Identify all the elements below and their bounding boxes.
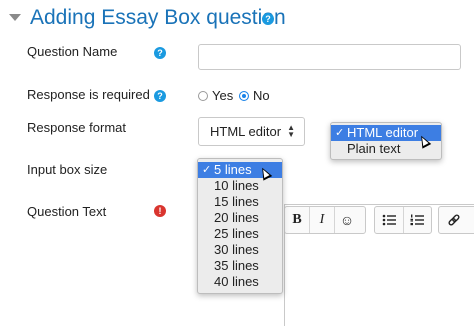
radio-yes-label: Yes (212, 88, 234, 103)
bullet-list-button[interactable] (375, 207, 404, 233)
section-title: Adding Essay Box question (30, 6, 286, 29)
response-format-label: Response format (27, 120, 126, 135)
size-option[interactable]: 20 lines (198, 210, 282, 226)
response-format-value: HTML editor (210, 124, 282, 139)
bold-button[interactable]: B (285, 207, 310, 233)
radio-yes[interactable]: Yes (198, 88, 233, 103)
toolbar-list-group (374, 206, 432, 234)
select-arrows-icon: ▲ ▼ (287, 123, 295, 139)
link-icon (448, 214, 460, 226)
input-box-size-menu: ✓ 5 lines 10 lines 15 lines 20 lines 25 … (197, 158, 283, 294)
radio-no-label: No (253, 88, 270, 103)
numbered-list-icon (410, 214, 425, 226)
link-button[interactable] (439, 207, 469, 233)
size-option[interactable]: 30 lines (198, 242, 282, 258)
radio-yes-circle[interactable] (198, 90, 208, 101)
title-help-icon[interactable]: ? (262, 13, 274, 25)
check-icon: ✓ (335, 127, 345, 139)
bullet-list-icon (382, 214, 396, 226)
question-text-label: Question Text (27, 204, 107, 219)
size-option[interactable]: 35 lines (198, 258, 282, 274)
size-option[interactable]: 40 lines (198, 274, 282, 290)
size-option[interactable]: 15 lines (198, 194, 282, 210)
question-name-input[interactable] (198, 44, 461, 70)
question-name-label: Question Name (27, 44, 118, 59)
toolbar-link-group (438, 206, 474, 234)
response-required-label: Response is required (27, 87, 150, 102)
collapse-chevron-icon[interactable] (9, 14, 21, 21)
size-option[interactable]: 10 lines (198, 178, 282, 194)
size-option[interactable]: 25 lines (198, 226, 282, 242)
italic-button[interactable]: I (310, 207, 335, 233)
radio-no-circle[interactable] (239, 90, 249, 101)
response-required-help-icon[interactable]: ? (154, 90, 166, 102)
numbered-list-button[interactable] (404, 207, 432, 233)
question-name-help-icon[interactable]: ? (154, 47, 166, 59)
input-box-size-label: Input box size (27, 162, 108, 177)
required-error-icon: ! (154, 205, 166, 217)
radio-no[interactable]: No (239, 88, 270, 103)
emoji-button[interactable]: ☺ (335, 207, 359, 233)
response-format-select[interactable]: HTML editor ▲ ▼ (198, 117, 305, 146)
toolbar-format-group: B I ☺ (284, 206, 366, 234)
check-icon: ✓ (202, 164, 212, 176)
